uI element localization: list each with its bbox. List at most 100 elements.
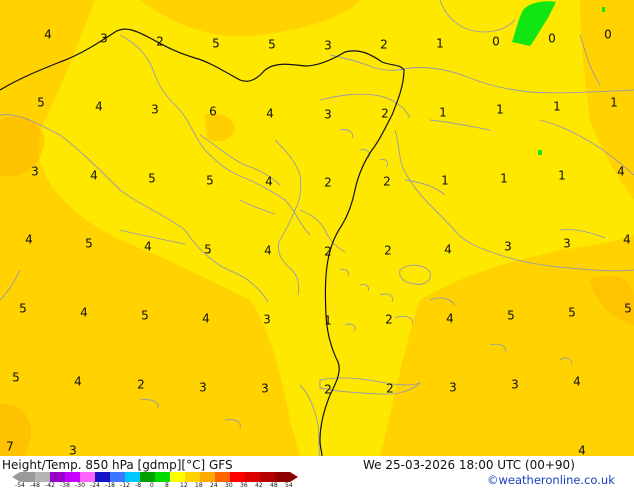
temperature-value: 0: [492, 35, 500, 49]
scale-label: -30: [75, 482, 86, 489]
temperature-value: 4: [80, 306, 88, 320]
temperature-value: 1: [436, 37, 444, 51]
temperature-value: 4: [144, 240, 152, 254]
map-title: Height/Temp. 850 hPa [gdmp][°C] GFS: [2, 458, 233, 472]
scale-label: -12: [120, 482, 131, 489]
temperature-value: 3: [449, 381, 457, 395]
temperature-value: 4: [573, 375, 581, 389]
temperature-value: 4: [95, 100, 103, 114]
temperature-value: 4: [617, 165, 625, 179]
temperature-value: 1: [558, 169, 566, 183]
scale-box: [185, 472, 200, 482]
scale-box: [275, 472, 290, 482]
temperature-value: 0: [548, 32, 556, 46]
temperature-value: 4: [623, 233, 631, 247]
temperature-value: 2: [383, 175, 391, 189]
temperature-value: 2: [324, 383, 332, 397]
temperature-value: 0: [604, 28, 612, 42]
temperature-value: 2: [324, 245, 332, 259]
scale-label: -42: [45, 482, 56, 489]
temperature-value: 2: [137, 378, 145, 392]
scale-label: 30: [225, 482, 233, 489]
temperature-value: 5: [141, 309, 149, 323]
temperature-value: 3: [324, 39, 332, 53]
scale-label: -24: [90, 482, 101, 489]
scale-label: 12: [180, 482, 188, 489]
site-link[interactable]: ©weatheronline.co.uk: [487, 473, 615, 487]
temperature-value: 3: [151, 103, 159, 117]
scale-box: [215, 472, 230, 482]
temperature-value: 5: [206, 174, 214, 188]
scale-label: -8: [135, 482, 142, 489]
temperature-value: 5: [85, 237, 93, 251]
scale-label: 0: [150, 482, 154, 489]
temperature-value: 4: [578, 444, 586, 457]
temperature-value: 5: [212, 37, 220, 51]
temperature-value: 4: [265, 175, 273, 189]
temperature-value: 2: [385, 313, 393, 327]
temperature-value: 3: [100, 32, 108, 46]
temperature-value: 4: [25, 233, 33, 247]
scale-box: [245, 472, 260, 482]
temperature-value: 1: [324, 314, 332, 328]
temperature-value: 2: [156, 35, 164, 49]
temperature-value: 4: [90, 169, 98, 183]
map-footer: Height/Temp. 850 hPa [gdmp][°C] GFS We 2…: [0, 456, 634, 490]
scale-label: 42: [255, 482, 263, 489]
temperature-value: 4: [202, 312, 210, 326]
temperature-value: 3: [199, 381, 207, 395]
temperature-value: 4: [44, 28, 52, 42]
scale-label: 54: [285, 482, 293, 489]
scale-box: [20, 472, 35, 482]
temperature-value: 4: [74, 375, 82, 389]
temperature-value: 2: [324, 176, 332, 190]
scale-box: [200, 472, 215, 482]
scale-label: -54: [15, 482, 26, 489]
map-datetime: We 25-03-2026 18:00 UTC (00+90): [363, 458, 575, 472]
temperature-value: 5: [37, 96, 45, 110]
temperature-value: 3: [31, 165, 39, 179]
scale-label: 24: [210, 482, 218, 489]
scale-box: [155, 472, 170, 482]
temperature-value: 1: [500, 172, 508, 186]
temperature-value: 3: [69, 444, 77, 457]
scale-box: [230, 472, 245, 482]
temperature-value: 3: [511, 378, 519, 392]
temperature-value: 2: [380, 38, 388, 52]
scale-label: 8: [165, 482, 169, 489]
temperature-value: 5: [507, 309, 515, 323]
temperature-value: 2: [386, 382, 394, 396]
temperature-value: 3: [324, 108, 332, 122]
scale-label: 48: [270, 482, 278, 489]
temperature-value: 5: [12, 371, 20, 385]
temperature-value: 5: [268, 38, 276, 52]
temperature-value: 2: [381, 107, 389, 121]
scale-box: [65, 472, 80, 482]
temperature-value: 1: [610, 96, 618, 110]
temperature-value: 1: [496, 103, 504, 117]
temperature-value: 5: [148, 172, 156, 186]
temperature-value: 3: [504, 240, 512, 254]
scale-box: [80, 472, 95, 482]
temperature-value: 4: [444, 243, 452, 257]
scale-arrow-left: [12, 472, 20, 482]
temperature-value: 4: [266, 107, 274, 121]
scale-label: -18: [105, 482, 116, 489]
temperature-value: 1: [553, 100, 561, 114]
temperature-value: 5: [624, 302, 632, 316]
temperature-value: 2: [384, 244, 392, 258]
scale-arrow-right: [290, 472, 298, 482]
scale-box: [35, 472, 50, 482]
temperature-value: 6: [209, 105, 217, 119]
weather-map: 4 3 2 5 5 3 2 1 0 0 0 5 4 3 6 4 3 2 1 1 1 1 3 4 5 5 4 2 2 1 1 1 4 4 5 4 5 4 2 2…: [0, 0, 634, 456]
scale-label: 18: [195, 482, 203, 489]
temperature-value: 3: [263, 313, 271, 327]
temperature-value: 5: [568, 306, 576, 320]
scale-box: [125, 472, 140, 482]
scale-box: [260, 472, 275, 482]
temperature-value: 4: [446, 312, 454, 326]
temperature-value: 1: [441, 174, 449, 188]
color-scale-labels: -54 -48 -42 -38 -30 -24 -18 -12 -8 0 8 12 18 24 30 36 42…: [0, 482, 320, 490]
temperature-value: 4: [264, 244, 272, 258]
scale-box: [140, 472, 155, 482]
